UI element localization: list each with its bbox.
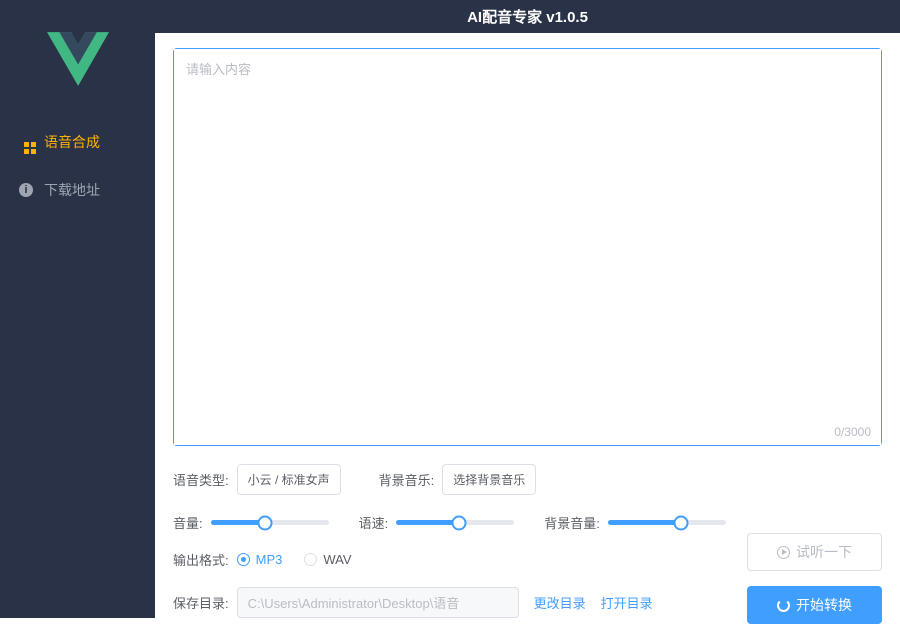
sidebar-item-tts[interactable]: 语音合成 (0, 118, 155, 166)
preview-button[interactable]: 试听一下 (747, 533, 882, 571)
bg-music-label: 背景音乐: (379, 470, 435, 489)
speed-slider[interactable] (396, 520, 514, 525)
convert-button[interactable]: 开始转换 (747, 586, 882, 624)
vue-logo-icon (47, 32, 109, 86)
row-sliders: 音量: 语速: 背景音量: 试听一下 (173, 513, 882, 532)
right-area: AI配音专家 v1.0.5 0/3000 语音类型: 小云 / 标准女声 背景音… (155, 0, 900, 618)
save-dir-label: 保存目录: (173, 593, 229, 612)
radio-wav[interactable]: WAV (304, 552, 351, 567)
sidebar-item-label: 语音合成 (44, 132, 100, 152)
volume-label: 音量: (173, 513, 203, 532)
grid-icon (18, 134, 34, 150)
header: AI配音专家 v1.0.5 (155, 0, 900, 33)
volume-slider[interactable] (211, 520, 329, 525)
logo-area (0, 0, 155, 118)
sidebar-item-download[interactable]: i 下载地址 (0, 166, 155, 214)
refresh-icon (777, 599, 790, 612)
voice-type-select[interactable]: 小云 / 标准女声 (237, 464, 341, 495)
text-editor-wrap: 0/3000 (173, 48, 882, 446)
save-dir-input[interactable] (237, 587, 519, 618)
content-input[interactable] (174, 49, 881, 445)
char-count: 0/3000 (834, 425, 871, 439)
play-icon (777, 546, 790, 559)
output-format-label: 输出格式: (173, 550, 229, 569)
open-dir-link[interactable]: 打开目录 (601, 593, 653, 612)
page-title: AI配音专家 v1.0.5 (467, 6, 588, 27)
bg-volume-slider[interactable] (608, 520, 726, 525)
main-content: 0/3000 语音类型: 小云 / 标准女声 背景音乐: 选择背景音乐 音量: … (155, 33, 900, 618)
bg-volume-label: 背景音量: (544, 513, 600, 532)
voice-type-label: 语音类型: (173, 470, 229, 489)
bg-music-select[interactable]: 选择背景音乐 (442, 464, 536, 495)
sidebar-item-label: 下载地址 (44, 180, 100, 200)
radio-mp3[interactable]: MP3 (237, 552, 283, 567)
change-dir-link[interactable]: 更改目录 (534, 593, 586, 612)
info-icon: i (18, 182, 34, 198)
row-voice-bgm: 语音类型: 小云 / 标准女声 背景音乐: 选择背景音乐 (173, 464, 882, 495)
speed-label: 语速: (359, 513, 389, 532)
sidebar: 语音合成 i 下载地址 (0, 0, 155, 618)
